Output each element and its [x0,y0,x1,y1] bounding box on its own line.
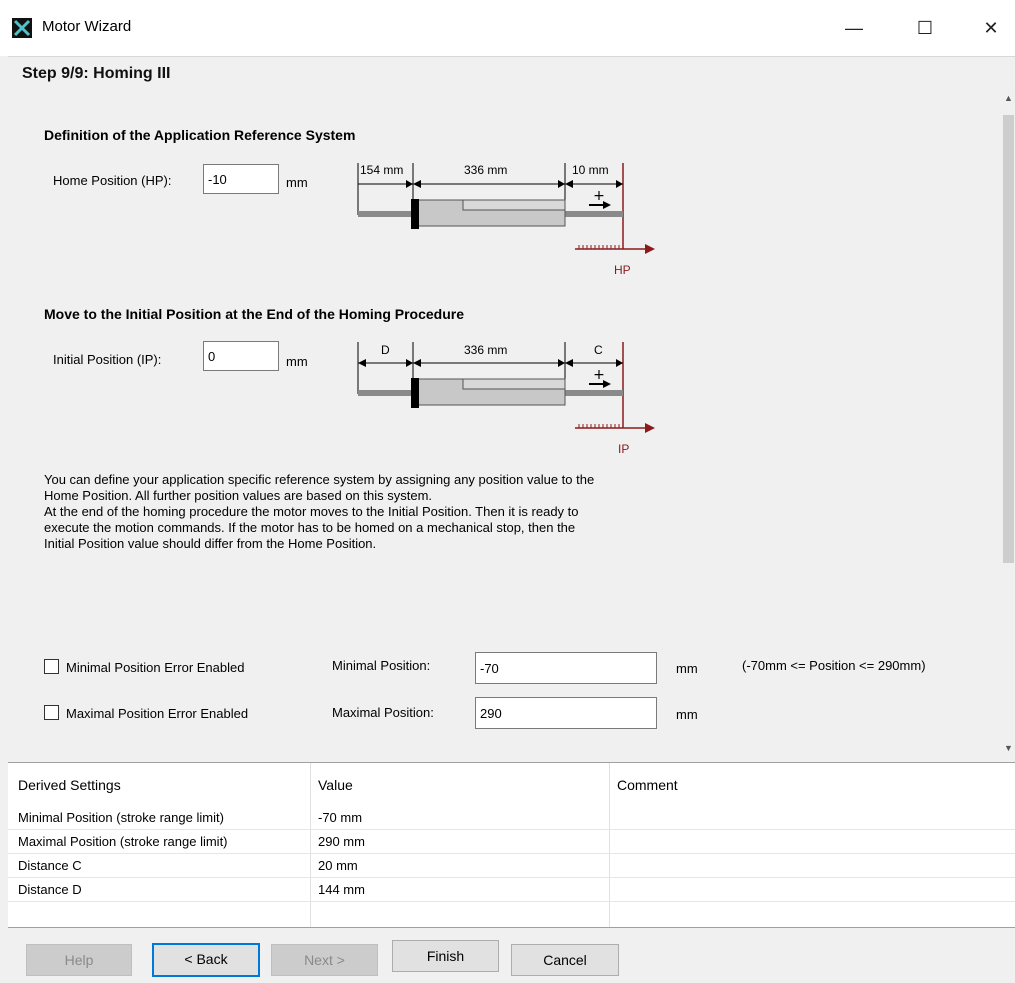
value-cell: 20 mm [318,858,358,873]
app-logo-icon [12,18,32,38]
description-line: Initial Position value should differ fro… [44,536,377,551]
table-row[interactable]: Minimal Position (stroke range limit) -7… [8,806,1015,830]
minimal-position-input[interactable] [475,652,657,684]
minimize-button[interactable]: — [831,10,877,46]
setting-cell: Maximal Position (stroke range limit) [18,834,228,849]
maximal-position-label: Maximal Position: [332,705,434,720]
initial-position-input[interactable] [203,341,279,371]
table-row[interactable]: Distance D 144 mm [8,878,1015,902]
initial-position-label: Initial Position (IP): [53,352,162,367]
diagram2-distance-c-label: C [594,343,603,357]
next-button[interactable]: Next > [271,944,378,976]
minimal-position-unit: mm [676,661,698,676]
value-cell: -70 mm [318,810,363,825]
setting-cell: Distance D [18,882,82,897]
value-cell: 144 mm [318,882,365,897]
derived-settings-table: Derived Settings Value Comment Minimal P… [8,762,1015,928]
home-position-input[interactable] [203,164,279,194]
content-panel: Definition of the Application Reference … [8,91,1002,762]
position-range-note: (-70mm <= Position <= 290mm) [742,658,926,673]
initial-position-unit: mm [286,354,308,369]
step-title: Step 9/9: Homing III [22,65,171,82]
initial-position-heading: Move to the Initial Position at the End … [44,306,465,322]
diagram1-stroke-dimension: 336 mm [464,163,508,177]
initial-position-diagram: + [357,342,655,433]
diagram1-right-dimension: 10 mm [572,163,609,177]
home-position-unit: mm [286,175,308,190]
scroll-up-icon[interactable]: ▲ [1002,93,1015,107]
step-header: Step 9/9: Homing III [8,56,1015,92]
home-position-marker-label: HP [614,263,631,277]
scrollbar-thumb[interactable] [1003,115,1014,563]
initial-position-marker-label: IP [618,442,630,456]
back-button[interactable]: < Back [152,943,260,977]
minimal-position-label: Minimal Position: [332,658,431,673]
home-position-diagram: + [357,163,655,254]
setting-cell: Distance C [18,858,82,873]
scroll-down-icon[interactable]: ▼ [1002,743,1015,757]
description-line: You can define your application specific… [44,472,595,487]
setting-cell: Minimal Position (stroke range limit) [18,810,224,825]
finish-button[interactable]: Finish [392,940,499,972]
minimal-position-error-label: Minimal Position Error Enabled [66,660,245,675]
window-title: Motor Wizard [42,18,132,35]
title-bar: Motor Wizard — ☐ ✕ [0,0,1015,56]
reference-system-heading: Definition of the Application Reference … [44,127,356,143]
close-button[interactable]: ✕ [968,10,1014,46]
cancel-button[interactable]: Cancel [511,944,619,976]
value-cell: 290 mm [318,834,365,849]
description-line: execute the motion commands. If the moto… [44,520,576,535]
diagram1-left-dimension: 154 mm [360,163,404,177]
home-position-label: Home Position (HP): [53,173,172,188]
table-row[interactable]: Distance C 20 mm [8,854,1015,878]
column-header-setting: Derived Settings [18,777,121,793]
table-row[interactable]: Maximal Position (stroke range limit) 29… [8,830,1015,854]
description-line: At the end of the homing procedure the m… [44,504,579,519]
maximal-position-error-label: Maximal Position Error Enabled [66,706,249,721]
maximal-position-input[interactable] [475,697,657,729]
column-header-value: Value [318,777,353,793]
description-line: Home Position. All further position valu… [44,488,433,503]
help-button[interactable]: Help [26,944,132,976]
column-header-comment: Comment [617,777,678,793]
maximize-button[interactable]: ☐ [902,10,948,46]
diagram2-distance-d-label: D [381,343,390,357]
diagram2-stroke-dimension: 336 mm [464,343,508,357]
maximal-position-error-checkbox[interactable] [44,705,59,720]
minimal-position-error-checkbox[interactable] [44,659,59,674]
maximal-position-unit: mm [676,707,698,722]
description-text: You can define your application specific… [44,472,764,552]
vertical-scrollbar[interactable]: ▲ ▼ [1002,91,1015,762]
